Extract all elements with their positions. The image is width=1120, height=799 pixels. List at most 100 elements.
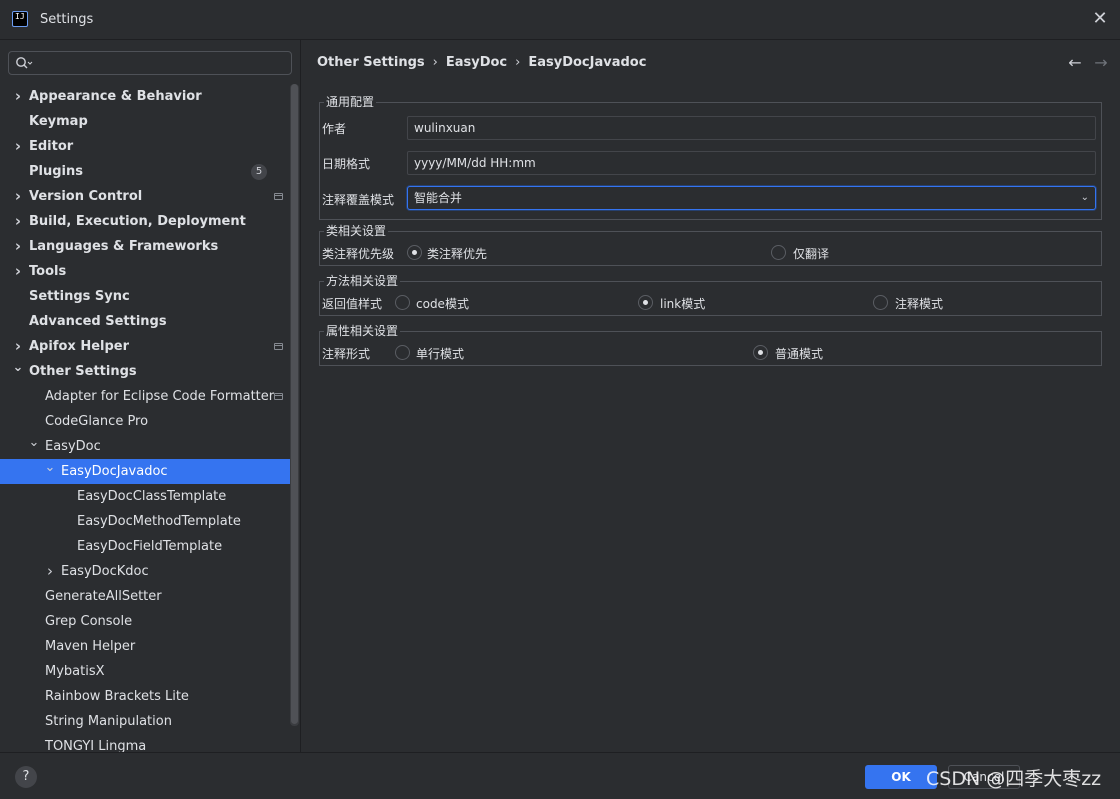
- settings-content: Other Settings › EasyDoc › EasyDocJavadoc ← →…: [301, 40, 1120, 752]
- sidebar-item-label: Apifox Helper: [29, 339, 130, 354]
- sidebar-item[interactable]: EasyDocClassTemplate: [0, 484, 290, 509]
- group-title: 类相关设置: [324, 223, 389, 239]
- sidebar-item[interactable]: Plugins 5: [0, 159, 290, 184]
- sidebar-item[interactable]: EasyDocMethodTemplate: [0, 509, 290, 534]
- sidebar-item[interactable]: EasyDocFieldTemplate: [0, 534, 290, 559]
- sidebar-item-label: Plugins: [29, 164, 83, 179]
- sidebar-item-label: Other Settings: [29, 364, 137, 379]
- sidebar-item[interactable]: ⌄ EasyDocJavadoc: [0, 459, 290, 484]
- sidebar-item-label: CodeGlance Pro: [45, 414, 149, 429]
- chevron-right-icon[interactable]: ›: [12, 234, 24, 259]
- help-button[interactable]: ?: [15, 766, 37, 788]
- sidebar-item-label: Languages & Frameworks: [29, 239, 219, 254]
- sidebar-item-label: Grep Console: [45, 614, 133, 629]
- sidebar-item-label: EasyDocJavadoc: [61, 464, 168, 479]
- sidebar-item-label: Build, Execution, Deployment: [29, 214, 246, 229]
- sidebar-item[interactable]: › Version Control: [0, 184, 290, 209]
- sidebar-item-label: Editor: [29, 139, 74, 154]
- chevron-down-icon[interactable]: ⌄: [12, 359, 24, 384]
- chevron-down-icon: ⌄: [1080, 192, 1089, 203]
- settings-tree: › Appearance & Behavior Keymap › Editor Plugi…: [0, 84, 290, 752]
- sidebar-item[interactable]: MybatisX: [0, 659, 290, 684]
- navigation-arrows: ← →: [1058, 54, 1110, 72]
- radio-label: 单行模式: [416, 347, 465, 361]
- sidebar-item[interactable]: Adapter for Eclipse Code Formatter: [0, 384, 290, 409]
- sidebar-item[interactable]: CodeGlance Pro: [0, 409, 290, 434]
- class-priority-label: 类注释优先级: [322, 247, 395, 261]
- project-level-icon: [274, 393, 283, 400]
- single-line-mode-radio[interactable]: [395, 345, 410, 360]
- translate-only-radio[interactable]: [771, 245, 786, 260]
- sidebar-item[interactable]: › Languages & Frameworks: [0, 234, 290, 259]
- radio-label: 仅翻译: [793, 247, 830, 261]
- sidebar-item[interactable]: › Tools: [0, 259, 290, 284]
- sidebar-item[interactable]: › Appearance & Behavior: [0, 84, 290, 109]
- sidebar-item-label: EasyDoc: [45, 439, 101, 454]
- settings-sidebar: › Appearance & Behavior Keymap › Editor Plugi…: [0, 40, 300, 752]
- sidebar-item-label: Version Control: [29, 189, 143, 204]
- forward-arrow-icon[interactable]: →: [1092, 54, 1110, 72]
- sidebar-item[interactable]: String Manipulation: [0, 709, 290, 734]
- sidebar-item-label: TONGYI Lingma: [45, 739, 147, 752]
- dialog-footer: ? OK Cancel CSDN @四季大枣zz: [0, 752, 1120, 799]
- sidebar-item[interactable]: ⌄ EasyDoc: [0, 434, 290, 459]
- close-icon[interactable]: ✕: [1090, 9, 1110, 29]
- radio-label: link模式: [660, 297, 706, 311]
- sidebar-item[interactable]: Advanced Settings: [0, 309, 290, 334]
- sidebar-item[interactable]: Keymap: [0, 109, 290, 134]
- overwrite-mode-label: 注释覆盖模式: [322, 193, 395, 207]
- radio-label: code模式: [416, 297, 469, 311]
- chevron-right-icon[interactable]: ›: [12, 84, 24, 109]
- chevron-right-icon: ›: [515, 55, 521, 70]
- radio-label: 普通模式: [775, 347, 824, 361]
- sidebar-item-label: Keymap: [29, 114, 88, 129]
- link-mode-radio[interactable]: [638, 295, 653, 310]
- sidebar-item-label: EasyDocMethodTemplate: [77, 514, 241, 529]
- sidebar-item[interactable]: Rainbow Brackets Lite: [0, 684, 290, 709]
- normal-mode-radio[interactable]: [753, 345, 768, 360]
- author-input[interactable]: wulinxuan: [407, 116, 1096, 140]
- author-label: 作者: [322, 122, 347, 136]
- chevron-right-icon: ›: [432, 55, 438, 70]
- radio-label: 类注释优先: [427, 247, 488, 261]
- breadcrumb: Other Settings › EasyDoc › EasyDocJavadoc: [317, 55, 646, 70]
- sidebar-item[interactable]: › EasyDocKdoc: [0, 559, 290, 584]
- sidebar-item-label: Maven Helper: [45, 639, 136, 654]
- intellij-app-icon: IJ: [12, 11, 28, 27]
- breadcrumb-item[interactable]: Other Settings: [317, 55, 425, 70]
- sidebar-item-label: EasyDocFieldTemplate: [77, 539, 223, 554]
- chevron-down-icon[interactable]: ⌄: [44, 459, 56, 484]
- chevron-right-icon[interactable]: ›: [12, 259, 24, 284]
- sidebar-item[interactable]: ⌄ Other Settings: [0, 359, 290, 384]
- code-mode-radio[interactable]: [395, 295, 410, 310]
- class-comment-first-radio[interactable]: [407, 245, 422, 260]
- group-title: 方法相关设置: [324, 273, 401, 289]
- sidebar-item[interactable]: › Apifox Helper: [0, 334, 290, 359]
- search-input[interactable]: [8, 51, 292, 75]
- back-arrow-icon[interactable]: ←: [1066, 54, 1084, 72]
- date-format-input[interactable]: yyyy/MM/dd HH:mm: [407, 151, 1096, 175]
- sidebar-item[interactable]: Settings Sync: [0, 284, 290, 309]
- chevron-right-icon[interactable]: ›: [12, 184, 24, 209]
- sidebar-item[interactable]: Maven Helper: [0, 634, 290, 659]
- date-format-label: 日期格式: [322, 157, 371, 171]
- sidebar-item-label: Advanced Settings: [29, 314, 167, 329]
- comment-form-label: 注释形式: [322, 347, 371, 361]
- overwrite-mode-select[interactable]: 智能合并 ⌄: [407, 186, 1096, 210]
- sidebar-item[interactable]: TONGYI Lingma: [0, 734, 290, 752]
- chevron-down-icon[interactable]: ⌄: [28, 434, 40, 459]
- sidebar-scrollbar-thumb[interactable]: [291, 84, 298, 724]
- chevron-right-icon[interactable]: ›: [12, 134, 24, 159]
- sidebar-item[interactable]: Grep Console: [0, 609, 290, 634]
- comment-mode-radio[interactable]: [873, 295, 888, 310]
- breadcrumb-item[interactable]: EasyDoc: [446, 55, 507, 70]
- chevron-right-icon[interactable]: ›: [12, 334, 24, 359]
- chevron-right-icon[interactable]: ›: [44, 559, 56, 584]
- sidebar-item[interactable]: › Build, Execution, Deployment: [0, 209, 290, 234]
- sidebar-item-label: Appearance & Behavior: [29, 89, 202, 104]
- group-title: 属性相关设置: [324, 323, 401, 339]
- chevron-right-icon[interactable]: ›: [12, 209, 24, 234]
- sidebar-item[interactable]: › Editor: [0, 134, 290, 159]
- class-settings-group: 类相关设置 类注释优先级 类注释优先 仅翻译: [319, 223, 1102, 266]
- sidebar-item[interactable]: GenerateAllSetter: [0, 584, 290, 609]
